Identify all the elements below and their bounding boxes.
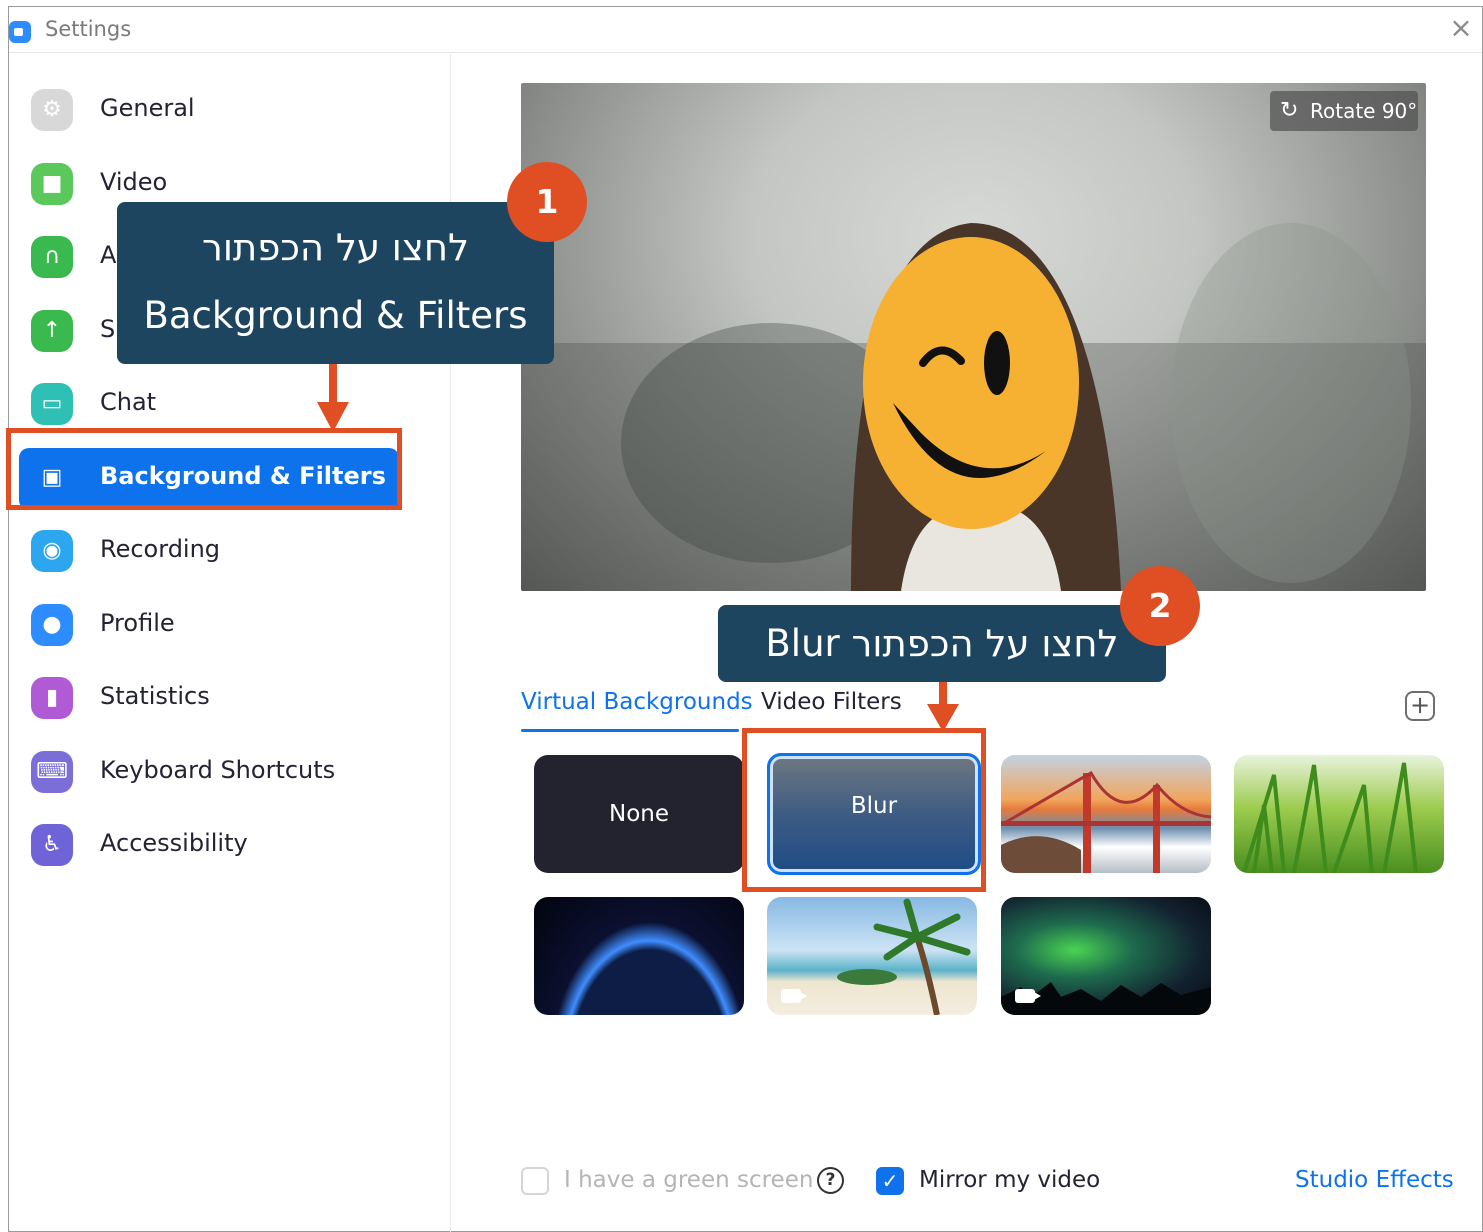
video-background-icon <box>781 989 801 1003</box>
sidebar-item-keyboard-shortcuts[interactable]: ⌨ Keyboard Shortcuts <box>19 742 399 804</box>
add-background-icon[interactable]: + <box>1405 691 1435 721</box>
green-screen-label: I have a green screen <box>564 1167 814 1193</box>
step1-instruction-button-name: Background & Filters <box>143 294 528 337</box>
rotate-90-button[interactable]: ↻ Rotate 90° <box>1270 91 1418 131</box>
gear-icon: ⚙ <box>31 89 73 131</box>
bar-chart-icon: ▮ <box>31 677 73 719</box>
help-icon[interactable]: ? <box>817 1167 844 1194</box>
grass-image <box>1242 762 1418 873</box>
record-icon-glyph: ◉ <box>42 538 62 563</box>
preview-image <box>521 223 1426 591</box>
step2-arrow-head <box>927 704 959 732</box>
sidebar-item-accessibility[interactable]: ♿ Accessibility <box>19 815 399 877</box>
video-preview: ↻ Rotate 90° <box>521 83 1426 591</box>
sidebar-item-label: Profile <box>100 609 175 637</box>
zoom-app-icon <box>9 21 31 43</box>
sidebar-item-label: Keyboard Shortcuts <box>100 756 336 784</box>
background-aurora[interactable] <box>1001 897 1211 1015</box>
close-icon[interactable]: × <box>1446 13 1476 43</box>
window-title: Settings <box>45 17 132 41</box>
chat-bubble-icon-glyph: ▭ <box>41 391 63 416</box>
step1-arrow-head <box>317 402 349 432</box>
video-background-icon <box>1015 989 1035 1003</box>
background-grass[interactable] <box>1234 755 1444 873</box>
sidebar-item-label: Statistics <box>100 682 210 710</box>
title-bar: Settings × <box>9 7 1482 53</box>
video-camera-icon: ■ <box>31 163 73 205</box>
step2-callout: לחצו על הכפתור Blur <box>718 605 1166 682</box>
rotate-label: Rotate 90° <box>1310 99 1418 123</box>
sidebar-item-profile[interactable]: ● Profile <box>19 595 399 657</box>
share-screen-icon: ↑ <box>31 310 73 352</box>
bar-chart-icon-glyph: ▮ <box>45 685 59 710</box>
background-filters-highlight-box <box>6 428 402 510</box>
step2-instruction: לחצו על הכפתור Blur <box>765 622 1119 665</box>
blur-highlight-box <box>742 728 986 892</box>
keyboard-icon-glyph: ⌨ <box>36 759 68 784</box>
sidebar-item-statistics[interactable]: ▮ Statistics <box>19 668 399 730</box>
background-none[interactable]: None <box>534 755 744 873</box>
sidebar-item-label: Recording <box>100 535 221 563</box>
step2-badge: 2 <box>1120 566 1200 646</box>
user-profile-icon-glyph: ● <box>42 612 62 637</box>
step1-badge: 1 <box>507 162 587 242</box>
sidebar-item-recording[interactable]: ◉ Recording <box>19 521 399 583</box>
tab-video-filters[interactable]: Video Filters <box>761 689 902 715</box>
mirror-video-label: Mirror my video <box>919 1167 1101 1193</box>
sidebar-item-label: Accessibility <box>100 829 248 857</box>
green-screen-checkbox[interactable] <box>521 1167 549 1195</box>
golden-gate-image <box>1001 771 1211 873</box>
step1-callout: לחצו על הכפתור Background & Filters <box>117 202 554 364</box>
headphones-icon: ∩ <box>31 236 73 278</box>
background-beach[interactable] <box>767 897 977 1015</box>
background-golden-gate[interactable] <box>1001 755 1211 873</box>
sidebar-item-label: Video <box>100 168 168 196</box>
accessibility-icon-glyph: ♿ <box>42 832 62 857</box>
background-tabs: Virtual Backgrounds Video Filters + <box>521 687 1451 737</box>
background-none-label: None <box>608 801 669 827</box>
step1-instruction-hebrew: לחצו על הכפתור <box>201 226 470 269</box>
tab-virtual-backgrounds[interactable]: Virtual Backgrounds <box>521 689 753 715</box>
keyboard-icon: ⌨ <box>31 751 73 793</box>
sidebar-item-label: Chat <box>100 388 157 416</box>
mirror-video-checkbox[interactable]: ✓ <box>876 1167 904 1195</box>
studio-effects-link[interactable]: Studio Effects <box>1295 1167 1454 1193</box>
chat-bubble-icon: ▭ <box>31 383 73 425</box>
accessibility-icon: ♿ <box>31 824 73 866</box>
gear-icon-glyph: ⚙ <box>42 97 62 122</box>
share-screen-icon-glyph: ↑ <box>42 318 62 343</box>
user-profile-icon: ● <box>31 604 73 646</box>
rotate-icon: ↻ <box>1280 98 1299 123</box>
headphones-icon-glyph: ∩ <box>43 244 61 269</box>
video-camera-icon-glyph: ■ <box>41 171 63 196</box>
background-earth[interactable] <box>534 897 744 1015</box>
sidebar-item-label: General <box>100 94 195 122</box>
step1-arrow-shaft <box>329 364 337 406</box>
active-tab-underline <box>521 729 739 732</box>
sidebar-item-general[interactable]: ⚙ General <box>19 80 399 142</box>
record-icon: ◉ <box>31 530 73 572</box>
